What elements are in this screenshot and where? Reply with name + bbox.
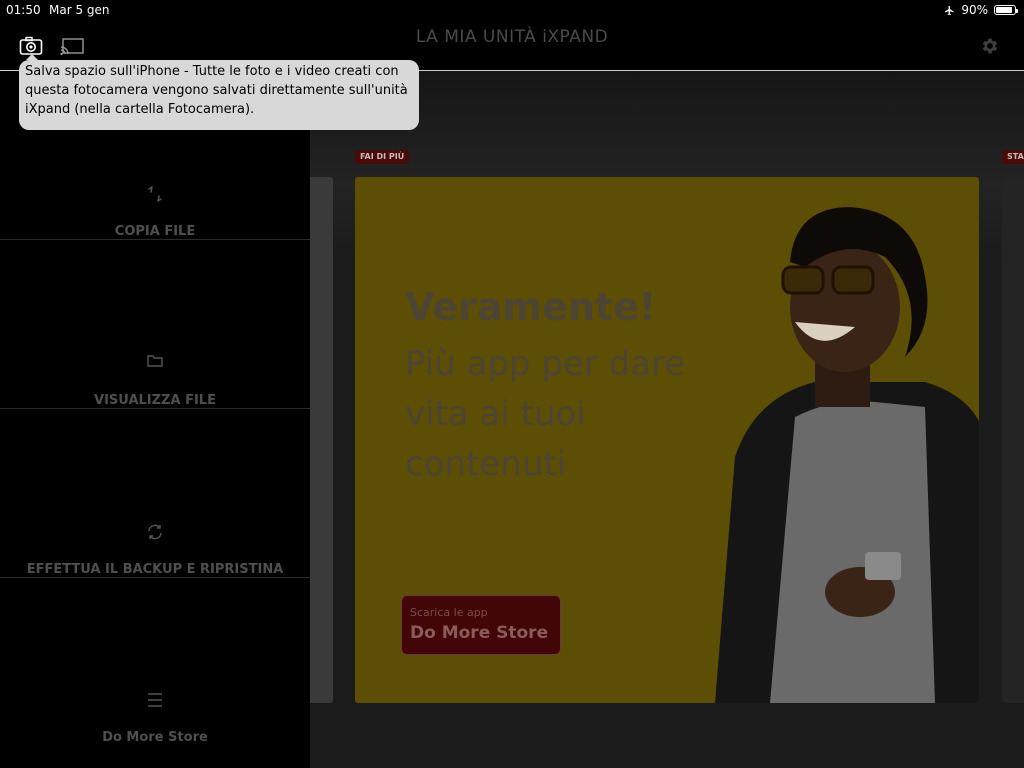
status-bar: 01:50 Mar 5 gen 90%	[0, 0, 1024, 20]
previous-card[interactable]	[310, 177, 333, 703]
status-date: Mar 5 gen	[49, 3, 110, 17]
next-card-tag: STA	[1002, 150, 1024, 164]
sync-icon	[145, 522, 165, 542]
sidebar-item-visualizza-file[interactable]: VISUALIZZA FILE	[0, 240, 310, 409]
camera-tooltip: Salva spazio sull'iPhone - Tutte le foto…	[19, 54, 419, 130]
sidebar-item-backup[interactable]: EFFETTUA IL BACKUP E RIPRISTINA	[0, 409, 310, 578]
sidebar-item-label: EFFETTUA IL BACKUP E RIPRISTINA	[26, 562, 284, 577]
status-time: 01:50	[6, 3, 41, 17]
store-button-caption: Scarica le app	[410, 606, 488, 619]
card-subtitle: Più app per dare vita ai tuoi contenuti	[405, 344, 686, 484]
sidebar: COPIA FILE VISUALIZZA FILE EFFETTUA IL B…	[0, 71, 310, 768]
battery-icon	[994, 5, 1018, 15]
gear-icon[interactable]	[980, 36, 1000, 56]
carousel-area: FAI DI PIÙ STA Veramente! Più app per da…	[310, 71, 1024, 768]
card-headline: Veramente!	[405, 285, 657, 329]
copy-arrows-icon	[145, 184, 165, 204]
sidebar-item-label: VISUALIZZA FILE	[94, 393, 216, 408]
store-button-label: Do More Store	[410, 623, 549, 643]
do-more-store-button[interactable]: Scarica le app Do More Store	[401, 595, 561, 655]
sidebar-item-label: Do More Store	[102, 730, 208, 745]
card-tag: FAI DI PIÙ	[355, 150, 410, 164]
airplane-icon	[945, 5, 954, 15]
sidebar-item-do-more-store[interactable]: Do More Store	[0, 578, 310, 746]
status-right: 90%	[944, 3, 1018, 17]
page-title: LA MIA UNITÀ iXPAND	[415, 27, 609, 47]
battery-fill	[996, 7, 1012, 13]
folder-icon	[145, 351, 165, 371]
tooltip-text: Salva spazio sull'iPhone - Tutte le foto…	[25, 64, 408, 117]
menu-icon	[145, 690, 165, 710]
smiling-man-image	[715, 207, 979, 703]
sidebar-item-label: COPIA FILE	[114, 224, 196, 239]
promo-card[interactable]: Veramente! Più app per dare vita ai tuoi…	[355, 177, 979, 703]
next-card[interactable]	[1002, 177, 1024, 703]
battery-percent: 90%	[961, 3, 988, 17]
